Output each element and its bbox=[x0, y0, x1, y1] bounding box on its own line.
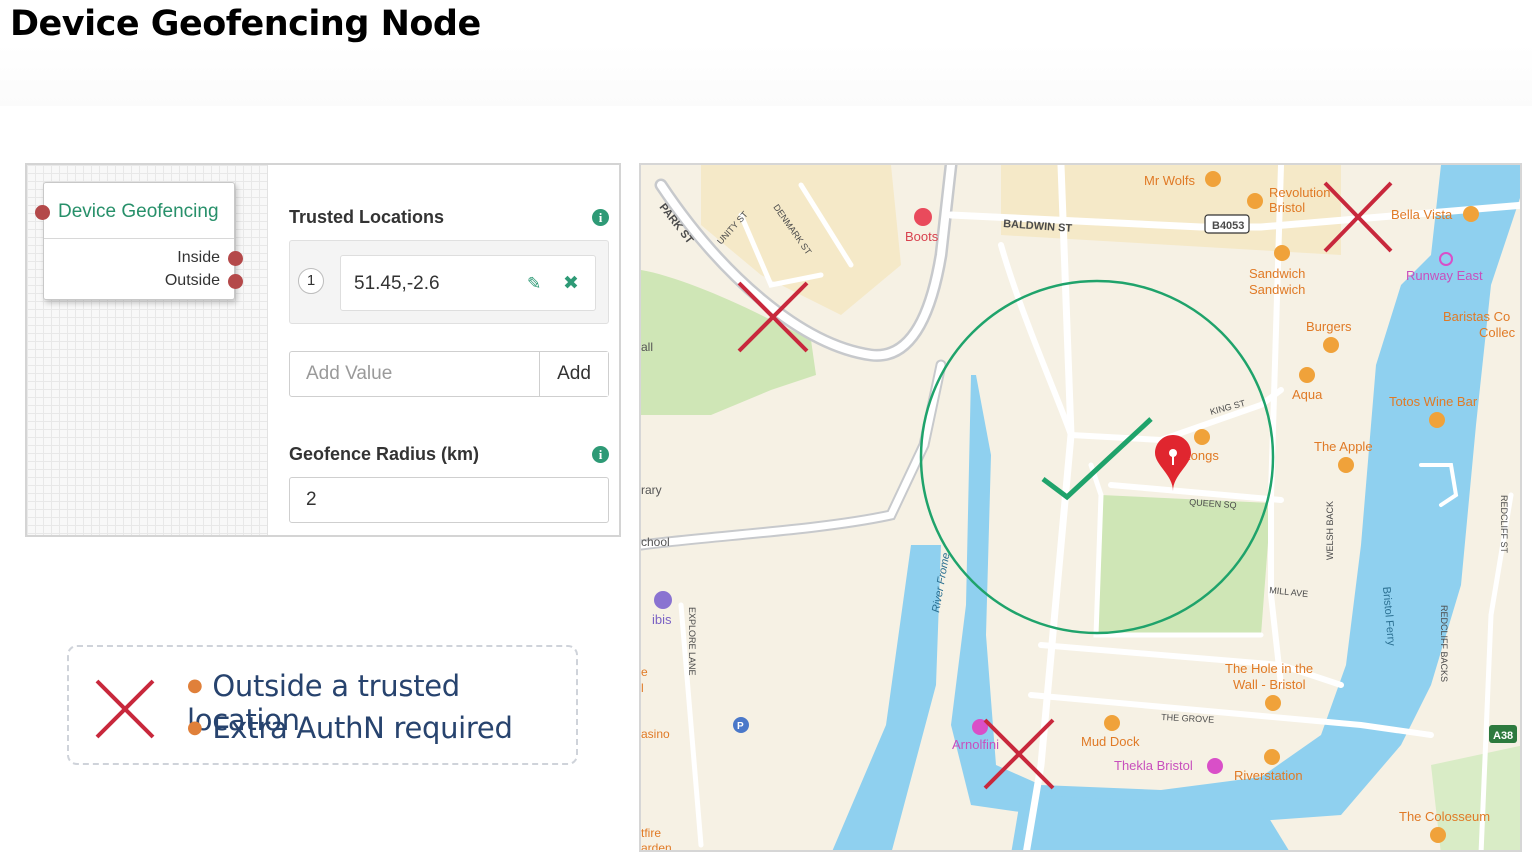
output-label-inside: Inside bbox=[177, 249, 220, 266]
add-button[interactable]: Add bbox=[540, 352, 608, 396]
svg-text:THE GROVE: THE GROVE bbox=[1161, 712, 1214, 725]
close-icon[interactable]: ✖ bbox=[563, 272, 579, 294]
geofencing-node[interactable]: Device Geofencing Inside Outside bbox=[35, 182, 243, 300]
output-port-outside[interactable] bbox=[228, 274, 243, 289]
legend-box: ● Outside a trusted location ● Extra AuthN… bbox=[67, 645, 578, 765]
svg-text:Mud Dock: Mud Dock bbox=[1081, 734, 1140, 749]
svg-text:Aqua: Aqua bbox=[1292, 387, 1323, 402]
svg-text:REDCLIFF BACKS: REDCLIFF BACKS bbox=[1439, 605, 1449, 682]
svg-text:arden: arden bbox=[641, 841, 672, 852]
svg-text:B4053: B4053 bbox=[1212, 220, 1244, 232]
page-title: Device Geofencing Node bbox=[10, 4, 481, 44]
svg-text:Burgers: Burgers bbox=[1306, 319, 1352, 334]
svg-text:all: all bbox=[641, 340, 653, 354]
trusted-locations-list: 1 51.45,-2.6 ✎ ✖ bbox=[289, 240, 609, 324]
svg-text:EXPLORE LANE: EXPLORE LANE bbox=[687, 607, 697, 676]
svg-text:l: l bbox=[641, 681, 644, 695]
svg-text:Sandwich: Sandwich bbox=[1249, 282, 1305, 297]
svg-text:Mr Wolfs: Mr Wolfs bbox=[1144, 173, 1196, 188]
geofence-map[interactable]: PARK ST UNITY ST DENMARK ST BALDWIN ST B… bbox=[639, 163, 1522, 852]
svg-text:REDCLIFF ST: REDCLIFF ST bbox=[1499, 495, 1509, 554]
title-backdrop bbox=[0, 44, 1532, 106]
svg-text:Bella Vista: Bella Vista bbox=[1391, 207, 1453, 222]
list-item: 51.45,-2.6 ✎ ✖ bbox=[340, 255, 596, 311]
node-editor-panel: Device Geofencing Inside Outside Trusted… bbox=[25, 163, 621, 537]
node-header: Device Geofencing bbox=[44, 183, 234, 239]
svg-text:The Apple: The Apple bbox=[1314, 439, 1373, 454]
svg-text:The Hole in the: The Hole in the bbox=[1225, 661, 1313, 676]
river-frome bbox=[832, 545, 941, 850]
svg-text:Revolution: Revolution bbox=[1269, 185, 1330, 200]
svg-text:Collec: Collec bbox=[1479, 325, 1516, 340]
svg-text:The Colosseum: The Colosseum bbox=[1399, 809, 1490, 824]
location-pin-icon[interactable] bbox=[1155, 435, 1191, 491]
svg-text:Totos Wine Bar: Totos Wine Bar bbox=[1389, 394, 1478, 409]
svg-text:Wall - Bristol: Wall - Bristol bbox=[1233, 677, 1306, 692]
info-icon[interactable]: i bbox=[592, 209, 609, 226]
pencil-icon[interactable]: ✎ bbox=[527, 274, 541, 294]
svg-text:Baristas Co: Baristas Co bbox=[1443, 309, 1510, 324]
list-item-index: 1 bbox=[298, 268, 324, 294]
svg-text:asino: asino bbox=[641, 727, 670, 741]
legend-item: ● Extra AuthN required bbox=[187, 711, 513, 745]
svg-text:MILL AVE: MILL AVE bbox=[1269, 585, 1309, 599]
svg-text:A38: A38 bbox=[1493, 730, 1513, 742]
queen-square-park bbox=[1096, 495, 1271, 635]
svg-text:P: P bbox=[737, 721, 744, 732]
flow-canvas[interactable]: Device Geofencing Inside Outside bbox=[27, 165, 268, 535]
svg-text:e: e bbox=[641, 665, 648, 679]
svg-text:Riverstation: Riverstation bbox=[1234, 768, 1303, 783]
svg-text:tfire: tfire bbox=[641, 826, 661, 840]
svg-text:Bristol: Bristol bbox=[1269, 200, 1305, 215]
info-icon[interactable]: i bbox=[592, 446, 609, 463]
svg-text:Arnolfini: Arnolfini bbox=[952, 737, 999, 752]
node-properties: Trusted Locations i 1 51.45,-2.6 ✎ ✖ Add… bbox=[289, 165, 609, 535]
trusted-locations-label: Trusted Locations bbox=[289, 207, 445, 227]
location-value: 51.45,-2.6 bbox=[354, 273, 440, 294]
park-area bbox=[641, 270, 816, 415]
map-canvas: PARK ST UNITY ST DENMARK ST BALDWIN ST B… bbox=[641, 165, 1520, 852]
output-port-inside[interactable] bbox=[228, 251, 243, 266]
svg-text:Thekla Bristol: Thekla Bristol bbox=[1114, 758, 1193, 773]
red-x-icon bbox=[95, 679, 155, 739]
add-value-row: Add bbox=[289, 351, 609, 397]
svg-text:rary: rary bbox=[641, 483, 662, 497]
output-label-outside: Outside bbox=[164, 272, 220, 289]
svg-text:Boots: Boots bbox=[905, 229, 939, 244]
svg-text:chool: chool bbox=[641, 535, 670, 549]
geofence-radius-input[interactable] bbox=[289, 477, 609, 523]
geofence-radius-label: Geofence Radius (km) bbox=[289, 444, 480, 464]
svg-text:WELSH BACK: WELSH BACK bbox=[1325, 501, 1335, 560]
add-value-input[interactable] bbox=[290, 352, 540, 396]
svg-text:ibis: ibis bbox=[652, 612, 672, 627]
node-title: Device Geofencing bbox=[58, 201, 219, 222]
svg-text:Sandwich: Sandwich bbox=[1249, 266, 1305, 281]
svg-text:Runway East: Runway East bbox=[1406, 268, 1483, 283]
input-port[interactable] bbox=[35, 205, 50, 220]
